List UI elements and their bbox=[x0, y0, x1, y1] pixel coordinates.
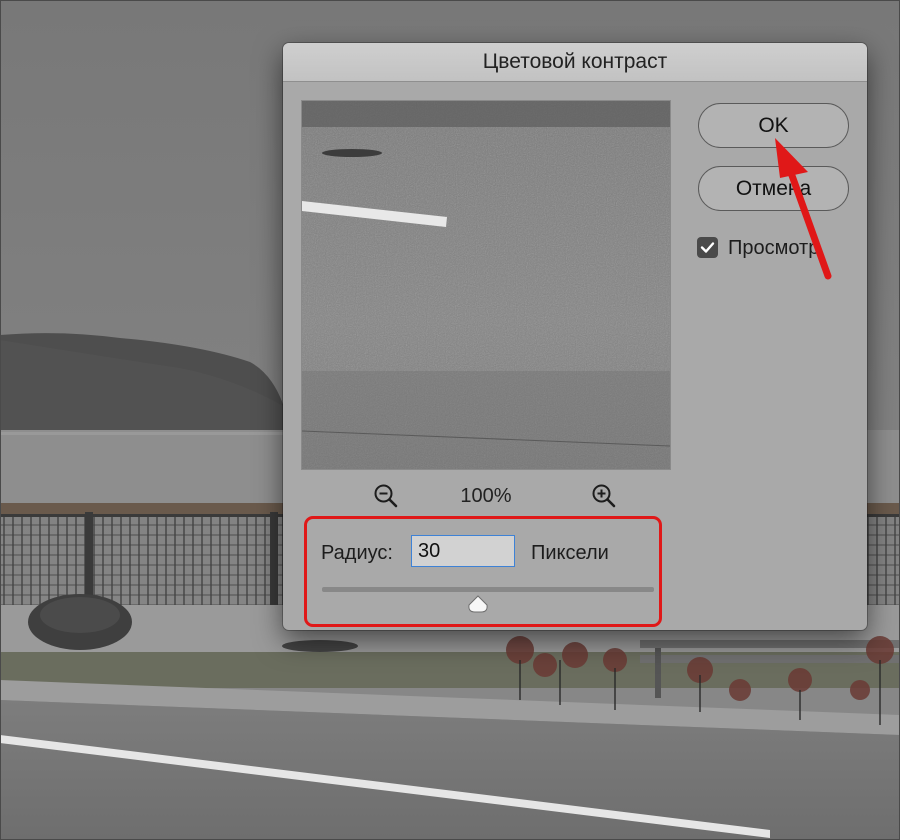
zoom-controls: 100% bbox=[301, 481, 671, 511]
radius-unit-label: Пиксели bbox=[531, 542, 609, 564]
cancel-button[interactable]: Отмена bbox=[698, 166, 849, 211]
zoom-in-icon[interactable] bbox=[591, 483, 617, 509]
ok-button[interactable]: OK bbox=[698, 103, 849, 148]
radius-slider-thumb[interactable] bbox=[467, 595, 489, 613]
dialog-title: Цветовой контраст bbox=[283, 43, 867, 82]
color-contrast-dialog: Цветовой контраст 100% Радиус: 30 Пиксел… bbox=[283, 43, 867, 630]
radius-highlight-box: Радиус: Пиксели bbox=[304, 516, 662, 627]
radius-slider-track[interactable] bbox=[322, 587, 654, 592]
zoom-out-icon[interactable] bbox=[373, 483, 399, 509]
preview-checkbox-label: Просмотр bbox=[728, 237, 820, 259]
radius-label: Радиус: bbox=[321, 542, 393, 564]
filter-preview[interactable] bbox=[301, 100, 671, 470]
checkbox-checked-icon[interactable] bbox=[697, 237, 718, 258]
zoom-level: 100% bbox=[460, 485, 512, 507]
radius-input[interactable] bbox=[411, 535, 515, 567]
asphalt-preview-image bbox=[302, 101, 670, 469]
